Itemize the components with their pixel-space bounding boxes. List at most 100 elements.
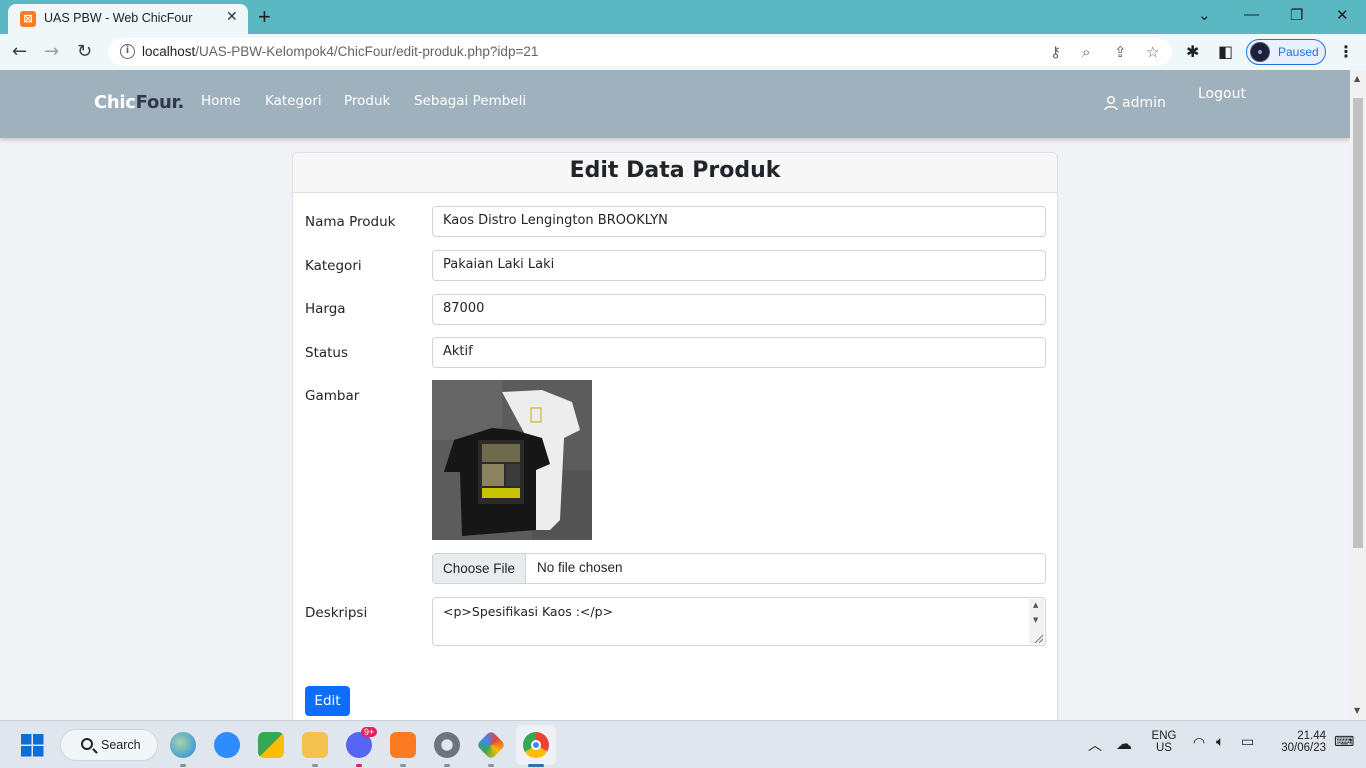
discord-badge: 9+ (361, 727, 378, 737)
new-tab-icon[interactable]: + (258, 4, 271, 30)
page-title: Edit Data Produk (569, 158, 781, 183)
zoom-icon[interactable] (214, 732, 240, 758)
tab-close-icon[interactable]: ✕ (226, 9, 238, 25)
tab-title: UAS PBW - Web ChicFour (44, 11, 193, 25)
lang-bottom: US (1156, 742, 1172, 754)
running-indicator (444, 764, 450, 767)
edit-submit-button[interactable]: Edit (305, 686, 350, 716)
page-scroll-down-icon[interactable]: ▼ (1354, 706, 1360, 715)
reload-icon[interactable]: ↻ (77, 41, 92, 62)
clock-time: 21.44 (1297, 730, 1326, 742)
user-icon (1104, 95, 1118, 110)
browser-tab-strip: ⊠ UAS PBW - Web ChicFour ✕ + ⌄ — ❐ ✕ (0, 0, 1366, 34)
running-indicator (488, 764, 494, 767)
nav-produk[interactable]: Produk (344, 93, 390, 109)
logout-link[interactable]: Logout (1198, 86, 1246, 102)
bookmark-star-icon[interactable]: ☆ (1146, 43, 1159, 61)
product-image (432, 380, 592, 540)
file-explorer-icon[interactable] (302, 732, 328, 758)
label-gambar: Gambar (305, 388, 360, 404)
user-menu[interactable]: admin (1103, 92, 1166, 111)
tab-search-chevron-icon[interactable]: ⌄ (1198, 6, 1211, 24)
site-info-icon[interactable]: i (120, 44, 135, 59)
scroll-down-icon[interactable]: ▼ (1033, 616, 1038, 624)
label-status: Status (305, 345, 349, 361)
xampp-icon[interactable] (390, 732, 416, 758)
taskbar-search[interactable]: Search (60, 729, 158, 761)
profile-status: Paused (1278, 45, 1319, 59)
select-status[interactable]: Aktif (432, 337, 1046, 368)
input-nama-produk[interactable]: Kaos Distro Lengington BROOKLYN (432, 206, 1046, 237)
nav-sebagai-pembeli[interactable]: Sebagai Pembeli (414, 93, 526, 109)
url-host: localhost (142, 44, 196, 59)
maximize-icon[interactable]: ❐ (1290, 6, 1303, 24)
back-icon[interactable]: ← (12, 41, 27, 62)
app-diamond-icon[interactable] (476, 730, 506, 760)
edit-product-card: Edit Data Produk Nama Produk Kaos Distro… (292, 152, 1058, 720)
windows-taskbar: Search 9+ ︿ ☁ ENG US ◠ 🔈︎ ▭ 21.44 30/06/… (0, 720, 1366, 768)
page-scroll-up-icon[interactable]: ▲ (1354, 74, 1360, 83)
extensions-puzzle-icon[interactable]: ✱ (1186, 42, 1199, 61)
user-profile-taskbar-icon[interactable] (170, 732, 196, 758)
google-meet-icon[interactable] (258, 732, 284, 758)
page-scroll-thumb[interactable] (1353, 98, 1363, 548)
search-icon (81, 738, 93, 750)
brand-logo[interactable]: ChicFour. (94, 92, 184, 113)
battery-icon[interactable]: ▭ (1241, 734, 1254, 750)
scroll-up-icon[interactable]: ▲ (1033, 601, 1038, 609)
input-harga[interactable]: 87000 (432, 294, 1046, 325)
running-indicator (356, 764, 362, 767)
textarea-deskripsi[interactable]: <p>Spesifikasi Kaos :</p> ▲ ▼ (432, 597, 1046, 646)
browser-tab[interactable]: ⊠ UAS PBW - Web ChicFour ✕ (8, 4, 248, 34)
label-deskripsi: Deskripsi (305, 605, 368, 621)
choose-file-button[interactable]: Choose File (433, 554, 526, 583)
chrome-menu-icon[interactable]: ⋮ (1338, 42, 1354, 61)
nav-kategori[interactable]: Kategori (265, 93, 322, 109)
card-header: Edit Data Produk (293, 153, 1057, 193)
site-navbar: ChicFour. Home Kategori Produk Sebagai P… (0, 70, 1350, 138)
resize-grip-icon[interactable] (1033, 633, 1043, 643)
taskbar-search-label: Search (101, 738, 141, 752)
browser-toolbar: ← → ↻ i localhost/UAS-PBW-Kelompok4/Chic… (0, 34, 1366, 70)
zoom-icon[interactable]: ⌕ (1082, 43, 1090, 61)
key-icon[interactable]: ⚷ (1050, 43, 1061, 61)
file-input[interactable]: Choose File No file chosen (432, 553, 1046, 584)
file-status: No file chosen (537, 560, 623, 575)
url-text[interactable]: localhost/UAS-PBW-Kelompok4/ChicFour/edi… (142, 44, 538, 59)
notification-icon[interactable]: ⌨ (1334, 734, 1354, 750)
language-indicator[interactable]: ENG US (1150, 730, 1178, 754)
running-indicator (312, 764, 318, 767)
windows-start-icon[interactable] (21, 734, 44, 757)
brand-main: Chic (94, 92, 136, 113)
xampp-favicon-icon: ⊠ (20, 11, 36, 27)
label-harga: Harga (305, 301, 346, 317)
side-panel-icon[interactable]: ◧ (1218, 42, 1233, 61)
select-kategori[interactable]: Pakaian Laki Laki (432, 250, 1046, 281)
page-scrollbar[interactable]: ▲ ▼ (1350, 70, 1366, 720)
running-indicator (180, 764, 186, 767)
onedrive-cloud-icon[interactable]: ☁ (1116, 734, 1132, 753)
tshirt-photo (432, 380, 592, 540)
label-kategori: Kategori (305, 258, 362, 274)
minimize-icon[interactable]: — (1244, 6, 1259, 23)
settings-gear-icon[interactable] (434, 732, 460, 758)
clock[interactable]: 21.44 30/06/23 (1268, 730, 1326, 754)
forward-icon[interactable]: → (44, 41, 59, 62)
avatar (1250, 42, 1270, 62)
profile-button[interactable]: Paused (1246, 39, 1326, 65)
nav-home[interactable]: Home (201, 93, 241, 109)
lang-top: ENG (1151, 730, 1177, 742)
running-indicator (528, 764, 544, 767)
share-icon[interactable]: ⇪ (1114, 43, 1127, 61)
brand-accent: Four. (135, 92, 185, 113)
chrome-center (531, 740, 541, 750)
close-window-icon[interactable]: ✕ (1336, 6, 1349, 24)
user-name: admin (1122, 94, 1166, 111)
address-bar[interactable]: i localhost/UAS-PBW-Kelompok4/ChicFour/e… (108, 38, 1172, 66)
wifi-icon[interactable]: ◠ (1193, 735, 1205, 751)
page-viewport: ChicFour. Home Kategori Produk Sebagai P… (0, 70, 1350, 720)
volume-icon[interactable]: 🔈︎ (1216, 734, 1224, 750)
clock-date: 30/06/23 (1281, 742, 1326, 754)
tray-chevron-icon[interactable]: ︿ (1088, 735, 1102, 755)
textarea-deskripsi-text: <p>Spesifikasi Kaos :</p> (443, 604, 614, 619)
